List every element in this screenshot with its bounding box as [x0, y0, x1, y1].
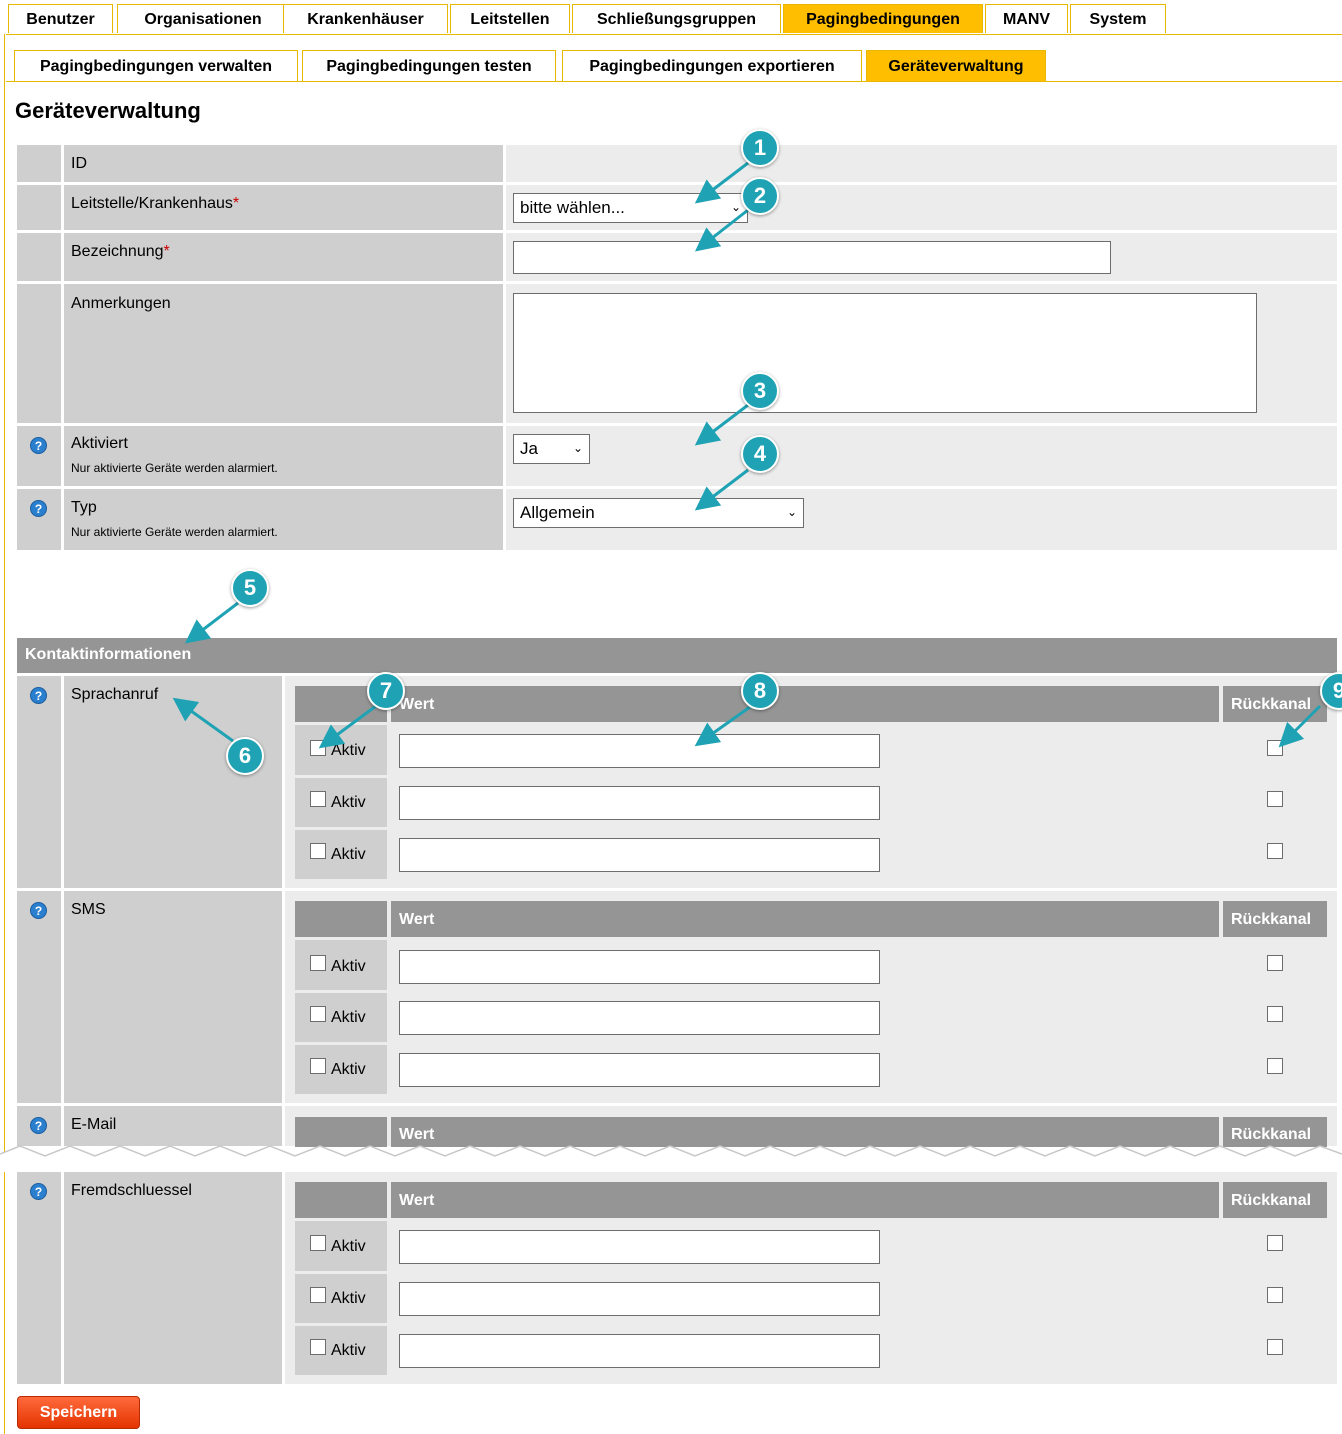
marker-7: 7	[367, 672, 405, 710]
marker-8: 8	[741, 672, 779, 710]
arrow-3	[694, 403, 749, 446]
arrow-4	[694, 468, 749, 511]
annotation-arrows	[172, 161, 1322, 749]
arrow-7	[318, 704, 377, 749]
marker-2: 2	[741, 177, 779, 215]
arrow-8	[694, 705, 751, 747]
arrow-2	[694, 208, 749, 252]
arrow-9	[1278, 704, 1322, 748]
arrow-6	[172, 697, 234, 743]
marker-4: 4	[741, 435, 779, 473]
arrow-5	[184, 601, 239, 644]
marker-5: 5	[231, 569, 269, 607]
marker-3: 3	[741, 372, 779, 410]
marker-6: 6	[226, 737, 264, 775]
marker-1: 1	[741, 129, 779, 167]
